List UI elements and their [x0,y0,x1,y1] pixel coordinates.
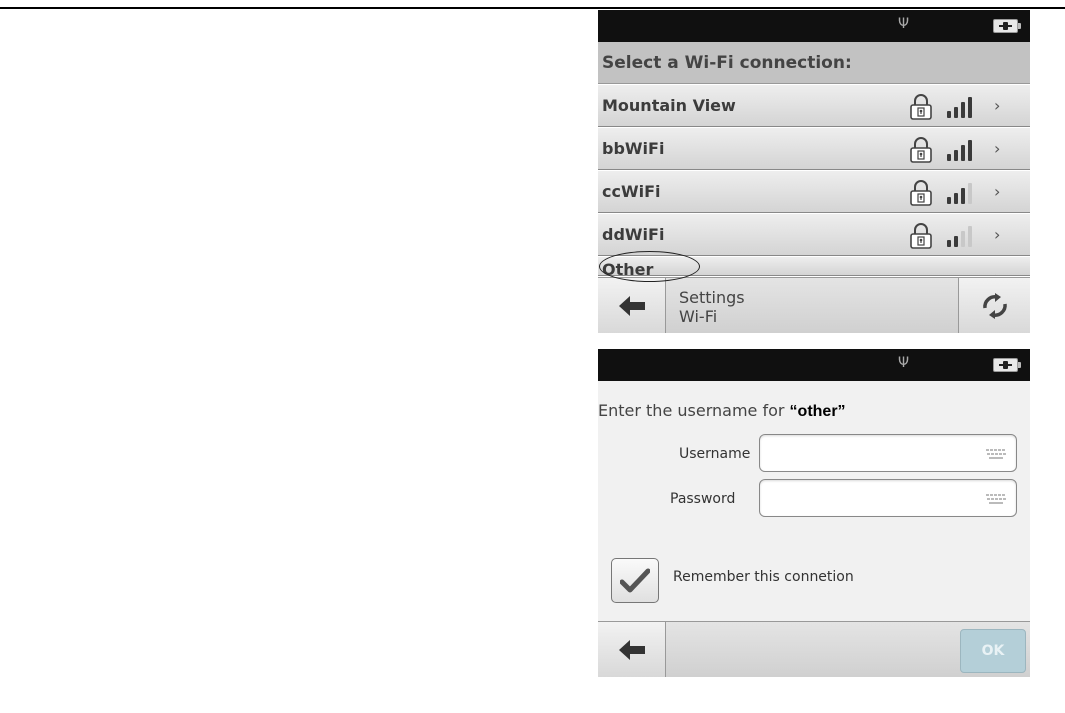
chevron-right-icon: › [994,225,1001,244]
network-row[interactable]: Mountain View › [598,84,1030,127]
lock-icon [910,180,932,206]
keyboard-icon[interactable] [986,449,1008,459]
password-label: Password [670,491,736,507]
list-header-title: Select a Wi-Fi connection: [602,52,852,73]
credentials-screen: Ψ Enter the username for “other” Usernam… [598,349,1030,677]
network-name: bbWiFi [602,139,665,158]
chevron-right-icon: › [994,268,1000,275]
status-bar: Ψ [598,349,1030,381]
battery-charging-icon [993,358,1021,372]
prompt-network-name: “other” [789,403,846,420]
checkmark-icon [620,568,650,592]
prompt-text: Enter the username for [598,401,790,420]
network-row[interactable]: ccWiFi › [598,170,1030,213]
back-arrow-icon [618,296,645,316]
lock-icon [910,94,932,120]
signal-strength-icon [947,140,972,161]
chevron-right-icon: › [994,96,1001,115]
network-name: ccWiFi [602,182,661,201]
other-highlight-ellipse [599,251,700,282]
breadcrumb-item-wifi: Wi-Fi [679,307,718,326]
chevron-right-icon: › [994,182,1001,201]
top-divider [0,7,1065,9]
network-row[interactable]: bbWiFi › [598,127,1030,170]
back-arrow-icon [618,640,645,660]
remember-checkbox[interactable] [611,558,659,603]
list-header: Select a Wi-Fi connection: [598,42,1030,84]
bottom-bar: Settings Wi-Fi [598,277,1030,333]
signal-strength-icon [947,183,972,204]
battery-charging-icon [993,19,1021,33]
lock-icon [910,137,932,163]
username-prompt: Enter the username for “other” [598,401,846,421]
network-list: Mountain View › bbWiFi › ccWiFi › ddWiFi › Other… [598,84,1030,276]
refresh-icon [982,293,1007,319]
status-bar: Ψ [598,10,1030,42]
wifi-list-screen: Ψ Select a Wi-Fi connection: Mountain Vi… [598,10,1030,333]
keyboard-icon[interactable] [986,494,1008,504]
network-name: ddWiFi [602,225,665,244]
back-button[interactable] [598,278,666,333]
antenna-icon: Ψ [898,16,910,32]
remember-label: Remember this connetion [673,569,854,585]
chevron-right-icon: › [994,139,1001,158]
signal-strength-icon [947,226,972,247]
antenna-icon: Ψ [898,355,910,371]
refresh-button[interactable] [958,278,1030,333]
signal-strength-icon [947,97,972,118]
breadcrumb: Settings Wi-Fi [679,288,745,326]
password-field[interactable] [759,479,1017,517]
username-field[interactable] [759,434,1017,472]
ok-button[interactable]: OK [960,629,1026,673]
network-row[interactable]: ddWiFi › [598,213,1030,256]
breadcrumb-item-settings: Settings [679,288,745,307]
network-name: Mountain View [602,96,736,115]
back-button[interactable] [598,622,666,677]
lock-icon [910,223,932,249]
username-label: Username [679,446,751,462]
bottom-bar: OK [598,621,1030,677]
